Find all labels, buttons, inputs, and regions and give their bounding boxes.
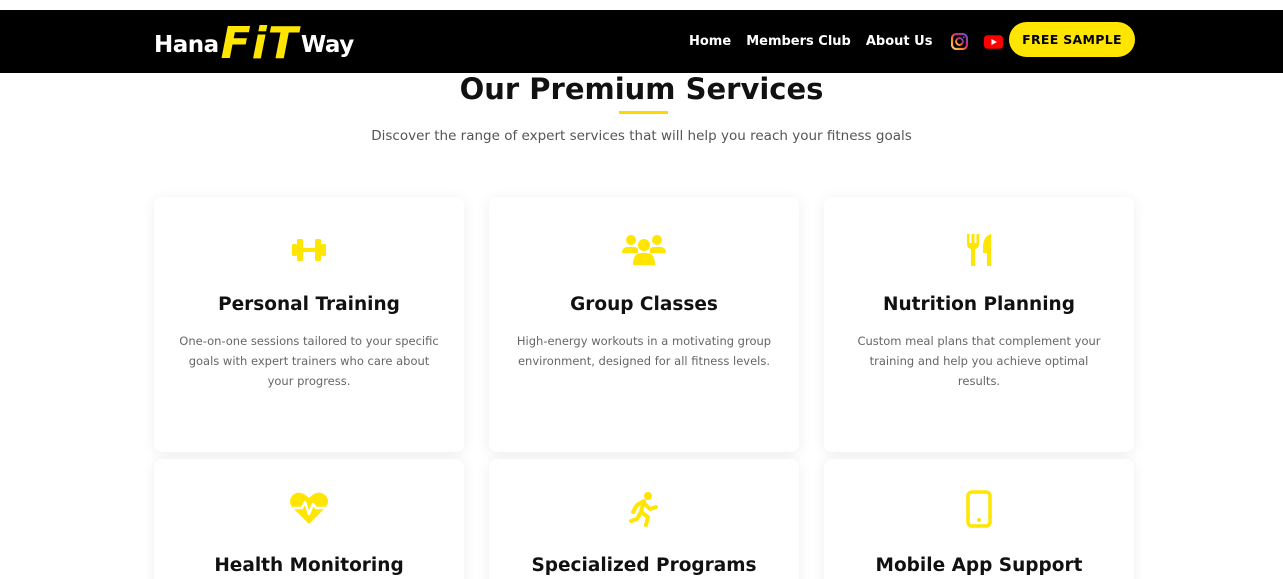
free-sample-button[interactable]: FREE SAMPLE [1009, 22, 1135, 57]
nav-link-about-us[interactable]: About Us [866, 34, 933, 49]
service-title: Nutrition Planning [883, 294, 1075, 315]
social-links [951, 33, 1004, 50]
brand-logo[interactable]: Hana FiT Way [154, 18, 354, 66]
service-title: Mobile App Support [875, 555, 1083, 576]
nav-link-home[interactable]: Home [689, 34, 731, 49]
brand-part-2: FiT [220, 18, 299, 69]
nav-links: Home Members Club About Us [689, 10, 1004, 73]
service-card-mobile-app-support[interactable]: Mobile App Support [824, 459, 1134, 579]
service-title: Personal Training [218, 294, 400, 315]
brand-part-1: Hana [154, 32, 219, 58]
top-navbar: Hana FiT Way Home Members Club About Us [0, 10, 1283, 73]
youtube-icon[interactable] [984, 34, 1004, 49]
running-icon [489, 491, 799, 527]
brand-part-3: Way [300, 32, 354, 58]
dumbbell-icon [154, 235, 464, 265]
service-description: High-energy workouts in a motivating gro… [516, 334, 772, 368]
service-title: Specialized Programs [531, 555, 757, 576]
nav-link-members-club[interactable]: Members Club [746, 34, 851, 49]
heartbeat-icon [154, 491, 464, 525]
service-card-personal-training[interactable]: Personal Training One-on-one sessions ta… [154, 197, 464, 452]
section-subtitle: Discover the range of expert services th… [371, 128, 912, 144]
service-title: Group Classes [570, 294, 718, 315]
utensils-icon [824, 232, 1134, 268]
service-description: One-on-one sessions tailored to your spe… [179, 334, 439, 388]
service-title: Health Monitoring [214, 555, 404, 576]
section-title: Our Premium Services [459, 72, 824, 106]
users-icon [489, 232, 799, 266]
mobile-icon [824, 490, 1134, 528]
service-card-group-classes[interactable]: Group Classes High-energy workouts in a … [489, 197, 799, 452]
service-card-health-monitoring[interactable]: Health Monitoring [154, 459, 464, 579]
instagram-icon[interactable] [951, 33, 969, 50]
service-description: Custom meal plans that complement your t… [857, 334, 1101, 388]
title-underline [619, 111, 668, 114]
service-card-specialized-programs[interactable]: Specialized Programs [489, 459, 799, 579]
service-card-nutrition-planning[interactable]: Nutrition Planning Custom meal plans tha… [824, 197, 1134, 452]
